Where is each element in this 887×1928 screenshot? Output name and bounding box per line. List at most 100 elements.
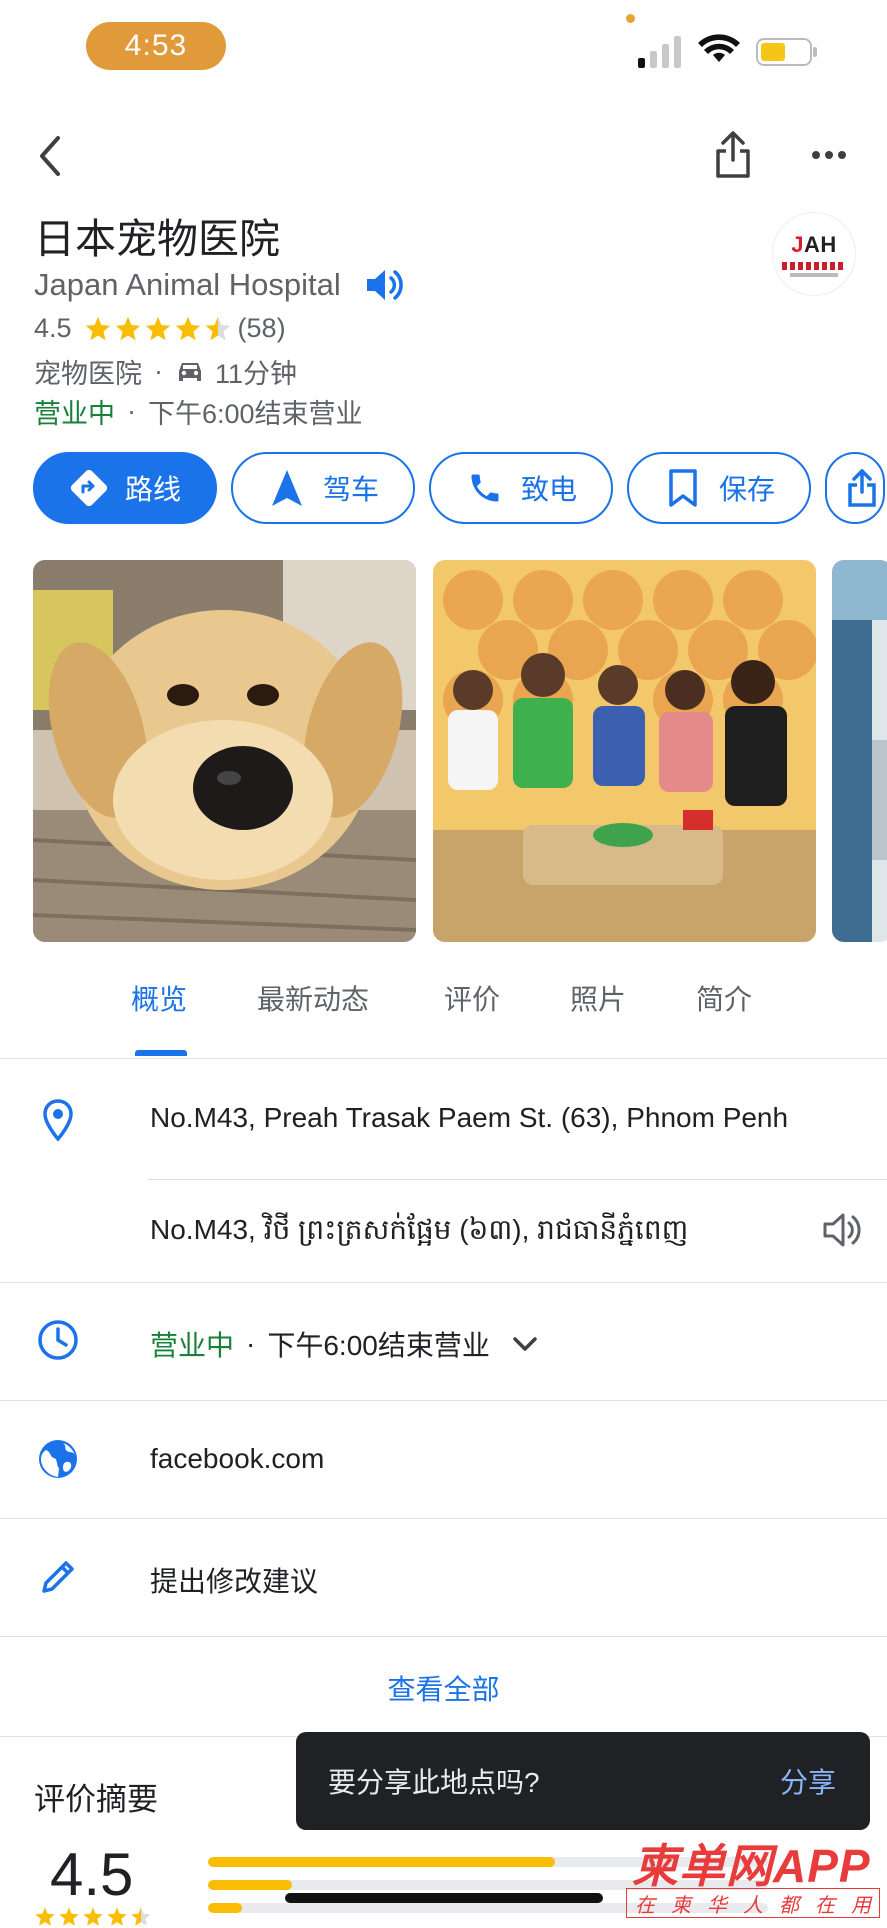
start-drive-label: 驾车 [322, 474, 379, 505]
phone-icon [471, 474, 499, 502]
photo-clinic[interactable] [832, 560, 887, 942]
star-icon [85, 316, 110, 340]
clock-icon [34, 1316, 82, 1364]
tab-photos[interactable]: 照片 [570, 978, 626, 1018]
watermark-char: 人 [743, 1894, 763, 1917]
reviews-summary-title: 评价摘要 [34, 1782, 158, 1817]
active-tab-indicator [135, 1050, 187, 1056]
star-icon [83, 1907, 103, 1926]
chevron-left-icon [40, 136, 60, 176]
star-icon [35, 1907, 55, 1926]
save-label: 保存 [718, 474, 775, 505]
share-button[interactable] [708, 128, 758, 182]
speaker-icon[interactable] [818, 1206, 866, 1254]
divider [0, 1400, 887, 1401]
place-logo: JAH [772, 212, 856, 296]
photo-group[interactable] [433, 560, 816, 942]
hours-row[interactable]: 营业中 · 下午6:00结束营业 [150, 1324, 538, 1364]
cellular-signal-icon [638, 36, 681, 68]
watermark-char: 柬 [671, 1894, 691, 1917]
reviews-stars [34, 1906, 154, 1928]
photo-dog[interactable] [33, 560, 416, 942]
save-button[interactable]: 保存 [627, 452, 811, 524]
rating-bar-fill [208, 1880, 292, 1890]
call-button[interactable]: 致电 [429, 452, 613, 524]
drive-time: 11分钟 [215, 359, 298, 389]
toast-share-button[interactable]: 分享 [780, 1761, 836, 1801]
star-icon [175, 316, 200, 340]
logo-script-line [782, 261, 846, 270]
status-time: 4:53 [86, 22, 226, 70]
review-count: (58) [237, 313, 286, 343]
rating-value: 4.5 [34, 313, 72, 343]
place-subtitle-row: Japan Animal Hospital [34, 264, 405, 306]
tab-bar: 概览 最新动态 评价 照片 简介 [0, 978, 887, 1058]
battery-icon [756, 38, 817, 66]
rating-row[interactable]: 4.5 (58) [34, 313, 286, 344]
home-indicator [285, 1893, 603, 1903]
star-icon [145, 316, 170, 340]
share-chip-button[interactable] [825, 452, 885, 524]
tab-updates[interactable]: 最新动态 [257, 978, 369, 1018]
separator-dot: · [246, 1328, 256, 1359]
category-row: 宠物医院 · 11分钟 [34, 352, 297, 391]
open-status: 营业中 [34, 399, 115, 429]
chevron-down-icon [513, 1337, 537, 1351]
logo-caption-line [790, 272, 838, 277]
divider [0, 1518, 887, 1519]
suggest-edit-link[interactable]: 提出修改建议 [150, 1560, 318, 1600]
open-status: 营业中 [150, 1330, 235, 1361]
watermark-slogan: 在 柬 华 人 都 在 用 [626, 1888, 880, 1918]
address-local-text[interactable]: No.M43, វិថី ព្រះត្រសក់ផ្អែម (៦៣), រាជធា… [150, 1212, 688, 1253]
separator-dot: · [127, 396, 136, 426]
closing-time: 下午6:00结束营业 [267, 1330, 490, 1361]
directions-icon [70, 469, 108, 507]
view-all-button[interactable]: 查看全部 [0, 1668, 887, 1708]
tab-reviews[interactable]: 评价 [444, 978, 500, 1018]
star-icon [107, 1907, 127, 1926]
rating-bar-fill [208, 1857, 556, 1867]
share-icon [848, 469, 876, 507]
more-options-button[interactable] [806, 140, 852, 170]
globe-icon [34, 1435, 82, 1483]
star-icon [131, 1907, 151, 1926]
divider [148, 1179, 887, 1180]
directions-button[interactable]: 路线 [33, 452, 217, 524]
bookmark-icon [669, 469, 697, 507]
reviews-average-rating: 4.5 [50, 1841, 134, 1908]
watermark-char: 用 [851, 1894, 871, 1917]
toast-message: 要分享此地点吗? [328, 1767, 540, 1798]
start-drive-button[interactable]: 驾车 [231, 452, 415, 524]
call-label: 致电 [520, 474, 577, 505]
rating-stars [84, 315, 234, 343]
watermark: 柬单网APP 在 柬 华 人 都 在 用 [626, 1830, 886, 1919]
tab-about[interactable]: 简介 [696, 978, 752, 1018]
wifi-icon [698, 34, 740, 62]
pencil-icon [34, 1553, 82, 1601]
watermark-title: 柬单网APP [632, 1840, 871, 1892]
star-icon [59, 1907, 79, 1926]
hours-summary-row: 营业中 · 下午6:00结束营业 [34, 392, 363, 431]
divider [0, 1282, 887, 1283]
logo-text: JAH [791, 231, 837, 257]
star-icon [115, 316, 140, 340]
rating-bar-fill [208, 1903, 242, 1913]
divider [0, 1058, 887, 1059]
car-icon [179, 362, 201, 381]
closing-time: 下午6:00结束营业 [148, 399, 363, 429]
watermark-char: 在 [635, 1894, 655, 1917]
back-button[interactable] [26, 132, 74, 180]
website-link[interactable]: facebook.com [150, 1443, 324, 1475]
watermark-char: 华 [707, 1894, 727, 1917]
place-title: 日本宠物医院 [34, 216, 280, 262]
watermark-char: 都 [779, 1894, 799, 1917]
address-text[interactable]: No.M43, Preah Trasak Paem St. (63), Phno… [150, 1102, 788, 1134]
star-icon [205, 316, 230, 340]
share-toast: 要分享此地点吗? 分享 [296, 1732, 870, 1830]
tab-overview[interactable]: 概览 [131, 978, 187, 1018]
more-horizontal-icon [812, 151, 846, 159]
privacy-indicator-dot [626, 14, 635, 23]
speaker-icon[interactable] [363, 264, 405, 306]
location-pin-icon [34, 1096, 82, 1144]
separator-dot: · [154, 356, 163, 386]
